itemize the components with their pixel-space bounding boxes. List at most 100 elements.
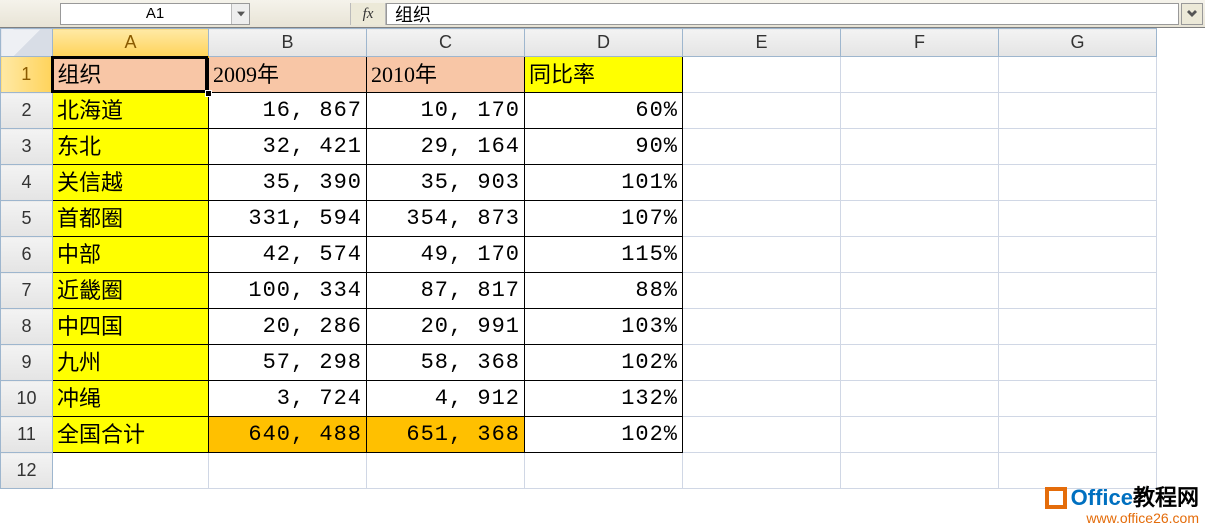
cell-B8[interactable]: 20, 286 [209, 309, 367, 345]
cell-G4[interactable] [999, 165, 1157, 201]
cell-D3[interactable]: 90% [525, 129, 683, 165]
row-header-11[interactable]: 11 [1, 417, 53, 453]
cell-E3[interactable] [683, 129, 841, 165]
row-header-8[interactable]: 8 [1, 309, 53, 345]
cell-B11[interactable]: 640, 488 [209, 417, 367, 453]
cell-C12[interactable] [367, 453, 525, 489]
cell-D12[interactable] [525, 453, 683, 489]
cell-C2[interactable]: 10, 170 [367, 93, 525, 129]
cell-G5[interactable] [999, 201, 1157, 237]
cell-F12[interactable] [841, 453, 999, 489]
cell-D6[interactable]: 115% [525, 237, 683, 273]
cell-C8[interactable]: 20, 991 [367, 309, 525, 345]
cell-D1[interactable]: 同比率 [525, 57, 683, 93]
cell-G12[interactable] [999, 453, 1157, 489]
cell-B3[interactable]: 32, 421 [209, 129, 367, 165]
cell-D11[interactable]: 102% [525, 417, 683, 453]
column-header-C[interactable]: C [367, 29, 525, 57]
cell-C10[interactable]: 4, 912 [367, 381, 525, 417]
cell-E2[interactable] [683, 93, 841, 129]
cell-D5[interactable]: 107% [525, 201, 683, 237]
row-header-3[interactable]: 3 [1, 129, 53, 165]
cell-F3[interactable] [841, 129, 999, 165]
column-header-G[interactable]: G [999, 29, 1157, 57]
cell-A2[interactable]: 北海道 [53, 93, 209, 129]
cell-F1[interactable] [841, 57, 999, 93]
cell-A7[interactable]: 近畿圈 [53, 273, 209, 309]
cell-A8[interactable]: 中四国 [53, 309, 209, 345]
cell-A9[interactable]: 九州 [53, 345, 209, 381]
cell-F11[interactable] [841, 417, 999, 453]
cell-F10[interactable] [841, 381, 999, 417]
row-header-1[interactable]: 1 [1, 57, 53, 93]
cell-E4[interactable] [683, 165, 841, 201]
cell-C3[interactable]: 29, 164 [367, 129, 525, 165]
cell-G2[interactable] [999, 93, 1157, 129]
cell-B7[interactable]: 100, 334 [209, 273, 367, 309]
cell-B4[interactable]: 35, 390 [209, 165, 367, 201]
cell-E5[interactable] [683, 201, 841, 237]
cell-E11[interactable] [683, 417, 841, 453]
cell-F4[interactable] [841, 165, 999, 201]
row-header-7[interactable]: 7 [1, 273, 53, 309]
cell-B12[interactable] [209, 453, 367, 489]
column-header-B[interactable]: B [209, 29, 367, 57]
cell-D7[interactable]: 88% [525, 273, 683, 309]
cell-D2[interactable]: 60% [525, 93, 683, 129]
column-header-D[interactable]: D [525, 29, 683, 57]
cell-E8[interactable] [683, 309, 841, 345]
cell-C7[interactable]: 87, 817 [367, 273, 525, 309]
cell-C9[interactable]: 58, 368 [367, 345, 525, 381]
cell-D9[interactable]: 102% [525, 345, 683, 381]
row-header-6[interactable]: 6 [1, 237, 53, 273]
formula-bar-expand[interactable] [1181, 3, 1203, 25]
row-header-4[interactable]: 4 [1, 165, 53, 201]
cell-C1[interactable]: 2010年 [367, 57, 525, 93]
name-box-dropdown[interactable] [231, 4, 249, 24]
cell-C6[interactable]: 49, 170 [367, 237, 525, 273]
cell-F2[interactable] [841, 93, 999, 129]
cell-B5[interactable]: 331, 594 [209, 201, 367, 237]
cell-A10[interactable]: 冲绳 [53, 381, 209, 417]
row-header-12[interactable]: 12 [1, 453, 53, 489]
cell-E10[interactable] [683, 381, 841, 417]
cell-A1[interactable]: 组织 [53, 57, 209, 93]
cell-E12[interactable] [683, 453, 841, 489]
cell-B2[interactable]: 16, 867 [209, 93, 367, 129]
row-header-5[interactable]: 5 [1, 201, 53, 237]
cell-G10[interactable] [999, 381, 1157, 417]
cell-F6[interactable] [841, 237, 999, 273]
name-box[interactable]: A1 [60, 3, 250, 25]
cell-F7[interactable] [841, 273, 999, 309]
cell-A11[interactable]: 全国合计 [53, 417, 209, 453]
cell-B9[interactable]: 57, 298 [209, 345, 367, 381]
cell-E6[interactable] [683, 237, 841, 273]
cell-A4[interactable]: 关信越 [53, 165, 209, 201]
cell-C11[interactable]: 651, 368 [367, 417, 525, 453]
column-header-F[interactable]: F [841, 29, 999, 57]
cell-G7[interactable] [999, 273, 1157, 309]
row-header-9[interactable]: 9 [1, 345, 53, 381]
cell-G6[interactable] [999, 237, 1157, 273]
cell-D8[interactable]: 103% [525, 309, 683, 345]
cell-D4[interactable]: 101% [525, 165, 683, 201]
cell-A5[interactable]: 首都圈 [53, 201, 209, 237]
spreadsheet-grid[interactable]: A B C D E F G 1 组织 2009年 2010年 同比率 2 北海道… [0, 28, 1205, 489]
select-all-corner[interactable] [1, 29, 53, 57]
column-header-E[interactable]: E [683, 29, 841, 57]
cell-C4[interactable]: 35, 903 [367, 165, 525, 201]
cell-F5[interactable] [841, 201, 999, 237]
cell-A3[interactable]: 东北 [53, 129, 209, 165]
cell-E9[interactable] [683, 345, 841, 381]
cell-E7[interactable] [683, 273, 841, 309]
formula-input[interactable]: 组织 [386, 3, 1179, 25]
cell-G11[interactable] [999, 417, 1157, 453]
cell-A12[interactable] [53, 453, 209, 489]
cell-D10[interactable]: 132% [525, 381, 683, 417]
cell-B6[interactable]: 42, 574 [209, 237, 367, 273]
cell-B1[interactable]: 2009年 [209, 57, 367, 93]
cell-C5[interactable]: 354, 873 [367, 201, 525, 237]
row-header-10[interactable]: 10 [1, 381, 53, 417]
fx-button[interactable]: fx [350, 3, 386, 25]
cell-B10[interactable]: 3, 724 [209, 381, 367, 417]
